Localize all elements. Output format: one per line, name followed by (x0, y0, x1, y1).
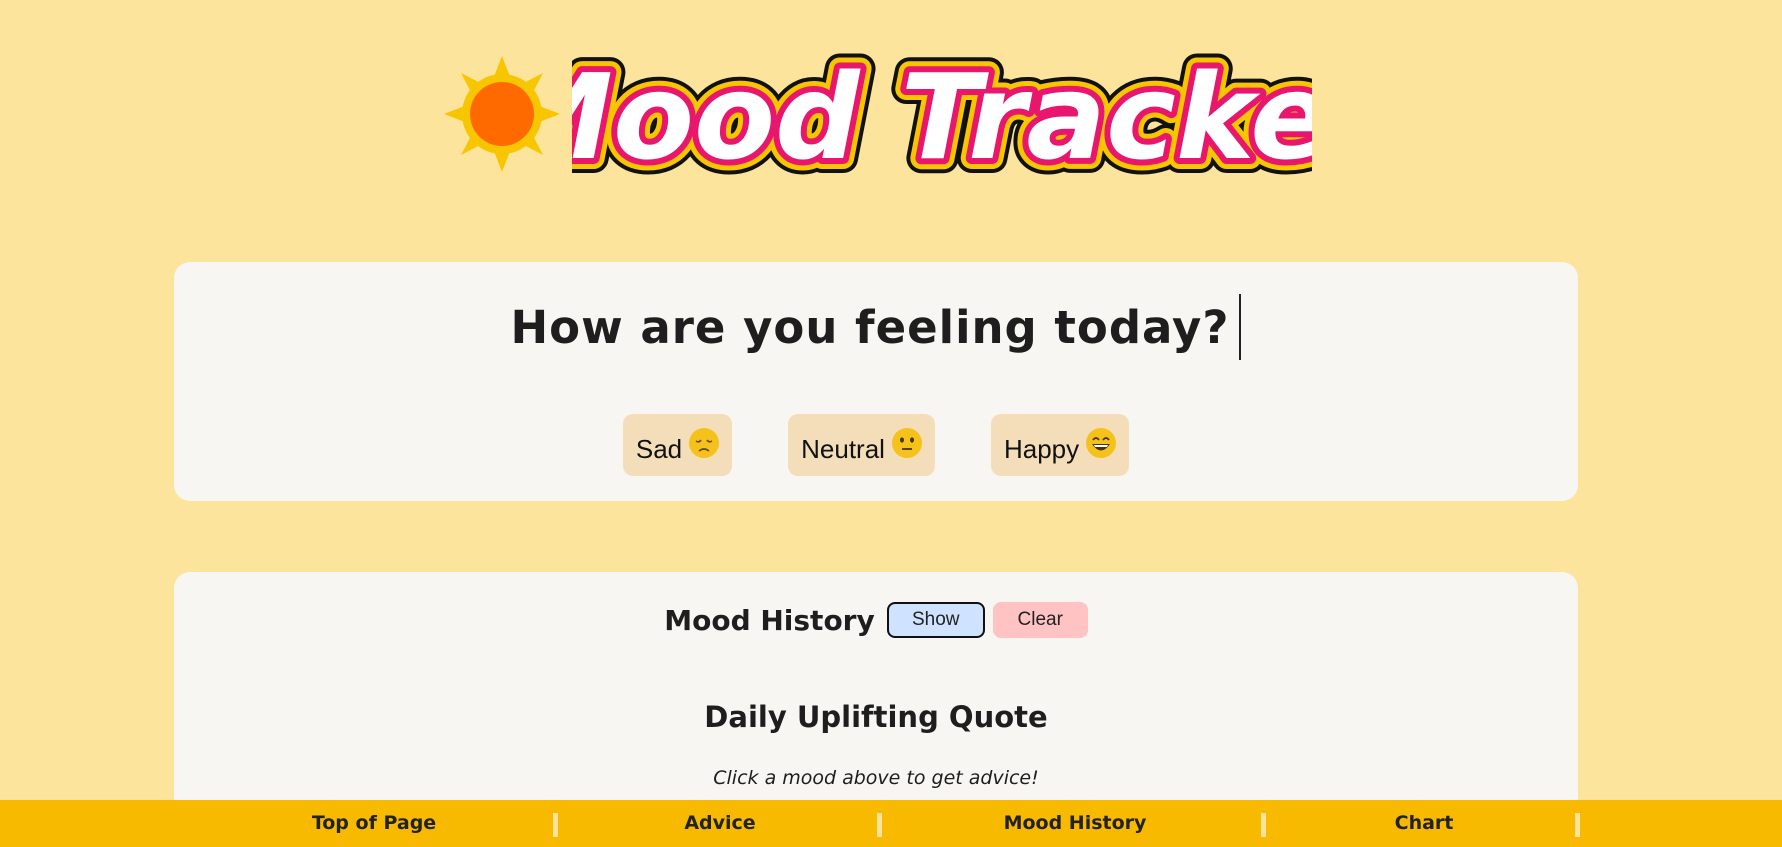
mood-button-group: Sad Neutral Happy (174, 414, 1578, 476)
sad-face-emoji-icon (689, 428, 720, 458)
happy-face-emoji-icon (1086, 428, 1117, 458)
nav-top-of-page[interactable]: Top of Page (312, 800, 436, 847)
nav-advice[interactable]: Advice (684, 800, 755, 847)
neutral-face-emoji-icon (891, 428, 922, 458)
nav-mood-history[interactable]: Mood History (1004, 800, 1147, 847)
happy-button[interactable]: Happy (990, 414, 1130, 476)
logo-text: Mood Tracker (572, 48, 1312, 186)
mood-card: How are you feeling today? Sad Neutral H… (174, 262, 1578, 501)
text-caret (1239, 294, 1242, 360)
sad-button-label: Sad (635, 433, 683, 464)
mood-tracker-logo: Mood Tracker Mood Tracker Mood Tracker M… (572, 33, 1312, 200)
clear-history-button[interactable]: Clear (992, 602, 1088, 638)
header: Mood Tracker Mood Tracker Mood Tracker M… (440, 30, 1340, 200)
question-text: How are you feeling today? (510, 301, 1230, 354)
nav-divider (553, 813, 558, 837)
mood-question: How are you feeling today? (174, 294, 1578, 364)
mood-history-title: Mood History (664, 603, 875, 637)
neutral-button-label: Neutral (801, 433, 885, 464)
sad-button[interactable]: Sad (622, 414, 733, 476)
nav-divider (1575, 813, 1580, 837)
nav-divider (1261, 813, 1266, 837)
sun-icon (444, 56, 560, 172)
nav-divider (877, 813, 882, 837)
happy-button-label: Happy (1003, 433, 1080, 464)
neutral-button[interactable]: Neutral (788, 414, 935, 476)
quote-title: Daily Uplifting Quote (704, 700, 1048, 734)
bottom-nav: Top of Page Advice Mood History Chart (0, 800, 1782, 847)
nav-chart[interactable]: Chart (1395, 800, 1454, 847)
quote-text: Click a mood above to get advice! (713, 767, 1039, 789)
page: Mood Tracker Mood Tracker Mood Tracker M… (0, 0, 1782, 847)
show-history-button[interactable]: Show (886, 602, 985, 638)
history-header: Mood History Show Clear (174, 602, 1578, 638)
